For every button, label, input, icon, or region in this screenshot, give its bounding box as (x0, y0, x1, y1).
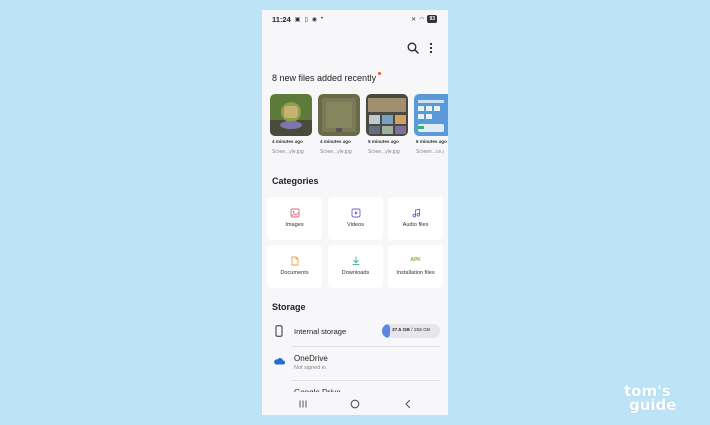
divider (292, 380, 440, 381)
document-icon (291, 256, 298, 266)
battery-indicator: 93 (427, 15, 437, 23)
category-label: Audio files (402, 222, 429, 228)
music-note-icon (412, 208, 420, 218)
logo-line-2: guide (629, 396, 677, 414)
file-name: Scree...yle.jpg (368, 149, 400, 155)
category-label: Videos (346, 222, 364, 228)
category-label: Documents (280, 270, 309, 276)
category-label: Downloads (341, 270, 370, 276)
storage-total: / 256 GB (409, 328, 431, 333)
status-bar: 11:24 ▣ ▯ ◉ • ✕ ◠ 93 (262, 10, 448, 28)
app-notification-icon: ◉ (311, 16, 318, 23)
navigation-bar (262, 392, 448, 415)
new-indicator-dot (378, 72, 381, 75)
category-downloads[interactable]: Downloads (328, 245, 383, 288)
more-notifications-icon: • (321, 16, 324, 22)
phone-screen: 11:24 ▣ ▯ ◉ • ✕ ◠ 93 8 new files added r… (262, 10, 448, 415)
category-label: Images (285, 222, 304, 228)
video-icon (351, 208, 360, 218)
file-time: 6 minutes ago (416, 139, 447, 144)
storage-usage-bar (382, 324, 391, 338)
internal-storage-label: Internal storage (294, 327, 347, 336)
download-icon (352, 256, 359, 266)
gallery-notification-icon: ▣ (294, 16, 301, 23)
recent-file-thumbnail[interactable] (414, 94, 448, 136)
onedrive-label: OneDrive (294, 354, 328, 363)
category-installation-files[interactable]: APK Installation files (388, 245, 443, 288)
divider (292, 346, 440, 347)
toms-guide-logo: tom's guide (624, 384, 677, 414)
category-images[interactable]: Images (267, 197, 322, 240)
file-name: Scree...yle.jpg (272, 149, 304, 155)
storage-title: Storage (272, 302, 306, 312)
phone-notification-icon: ▯ (304, 16, 308, 23)
category-documents[interactable]: Documents (267, 245, 322, 288)
file-time: 5 minutes ago (368, 139, 399, 144)
more-options-icon[interactable] (424, 41, 438, 55)
category-label: Installation files (396, 270, 435, 276)
mute-icon: ✕ (411, 16, 417, 23)
top-app-bar (262, 40, 448, 56)
onedrive-row[interactable]: OneDrive Not signed in (262, 350, 448, 380)
file-name: Scree...yle.jpg (320, 149, 352, 155)
storage-used: 37.5 GB (392, 328, 410, 333)
recent-files-title: 8 new files added recently (272, 73, 377, 83)
recent-file-thumbnail[interactable] (366, 94, 408, 136)
storage-usage-text: 37.5 GB / 256 GB (392, 328, 430, 333)
search-icon[interactable] (406, 41, 420, 55)
image-icon (290, 208, 299, 218)
back-icon[interactable] (402, 398, 414, 410)
apk-icon: APK (410, 257, 421, 263)
phone-icon (275, 325, 283, 337)
categories-title: Categories (272, 176, 319, 186)
storage-usage-pill: 37.5 GB / 256 GB (382, 324, 440, 338)
file-name: Screen...ce.j (416, 149, 444, 155)
status-time: 11:24 (272, 14, 291, 24)
home-icon[interactable] (349, 398, 361, 410)
onedrive-cloud-icon (274, 358, 285, 365)
category-videos[interactable]: Videos (328, 197, 383, 240)
wifi-icon: ◠ (419, 16, 425, 23)
recent-apps-icon[interactable] (297, 398, 309, 410)
onedrive-status: Not signed in (294, 365, 327, 371)
file-time: 4 minutes ago (272, 139, 303, 144)
recent-file-thumbnail[interactable] (270, 94, 312, 136)
file-time: 4 minutes ago (320, 139, 351, 144)
category-audio-files[interactable]: Audio files (388, 197, 443, 240)
recent-file-thumbnail[interactable] (318, 94, 360, 136)
